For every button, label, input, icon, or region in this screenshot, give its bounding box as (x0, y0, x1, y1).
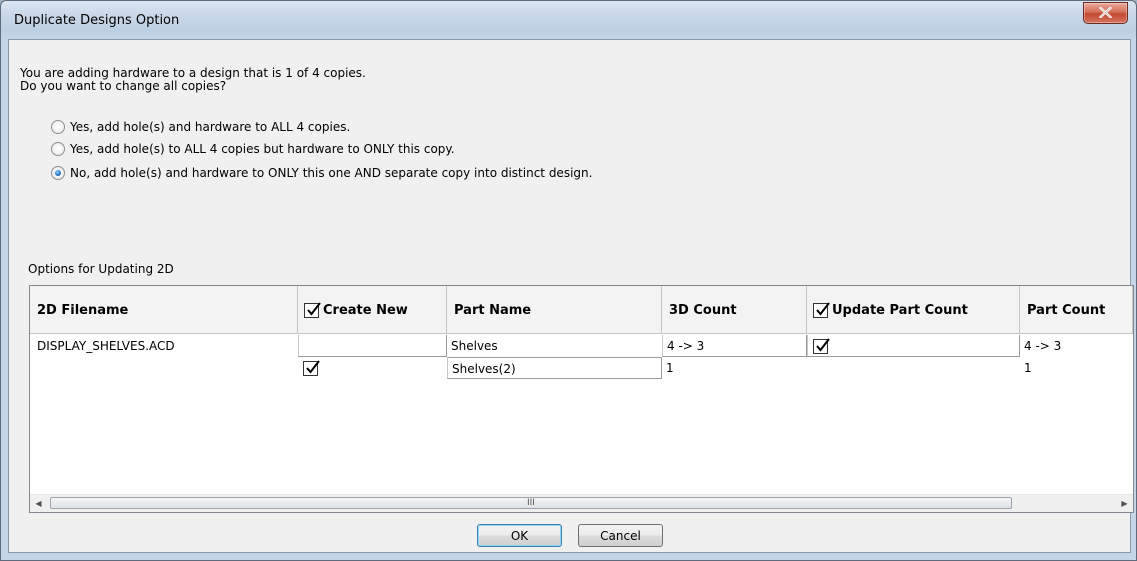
radio-button-selected[interactable] (51, 166, 65, 180)
ok-button[interactable]: OK (477, 524, 562, 547)
cell-part-count[interactable]: 4 -> 3 (1020, 335, 1133, 357)
close-button[interactable] (1083, 2, 1128, 24)
cell-update-part-count[interactable] (807, 357, 1020, 379)
grid-section-label: Options for Updating 2D (28, 262, 174, 276)
radio-label: Yes, add hole(s) and hardware to ALL 4 c… (70, 120, 351, 134)
cell-create-new[interactable] (298, 335, 447, 357)
radio-button[interactable] (51, 142, 65, 156)
cell-filename[interactable] (33, 357, 298, 379)
update-part-count-checkbox[interactable] (813, 338, 830, 354)
title-bar[interactable]: Duplicate Designs Option (1, 1, 1136, 39)
radio-button[interactable] (51, 120, 65, 134)
column-header-part-name[interactable]: Part Name (447, 286, 662, 334)
column-header-update-part-count[interactable]: Update Part Count (807, 286, 1020, 334)
radio-dot (55, 170, 61, 176)
radio-option-holes-all-hardware-one[interactable]: Yes, add hole(s) to ALL 4 copies but har… (51, 141, 455, 157)
create-new-all-checkbox[interactable] (304, 302, 321, 318)
checkmark-icon (816, 338, 830, 352)
checkmark-icon (307, 302, 321, 316)
radio-option-separate-copy[interactable]: No, add hole(s) and hardware to ONLY thi… (51, 165, 592, 181)
radio-label: Yes, add hole(s) to ALL 4 copies but har… (70, 142, 455, 156)
column-header-3d-count[interactable]: 3D Count (662, 286, 807, 334)
column-header-label: 3D Count (669, 303, 737, 318)
dialog-window: Duplicate Designs Option You are adding … (0, 0, 1137, 561)
dialog-client-area: You are adding hardware to a design that… (8, 39, 1134, 553)
column-header-create-new[interactable]: Create New (298, 286, 447, 334)
cell-filename[interactable]: DISPLAY_SHELVES.ACD (33, 335, 298, 357)
column-header-part-count[interactable]: Part Count (1020, 286, 1133, 334)
scroll-thumb[interactable]: III (50, 497, 1012, 509)
close-icon (1099, 7, 1112, 18)
cancel-button[interactable]: Cancel (578, 524, 663, 547)
checkmark-icon (816, 302, 830, 316)
checkmark-icon (306, 360, 320, 374)
horizontal-scrollbar[interactable]: ◀ III ▶ (30, 494, 1133, 512)
cell-update-part-count[interactable] (807, 335, 1020, 357)
update-2d-grid: 2D Filename Create New Part Name 3D Coun… (29, 285, 1134, 513)
cell-3d-count[interactable]: 1 (662, 357, 807, 379)
column-header-label: 2D Filename (37, 303, 129, 318)
window-title: Duplicate Designs Option (14, 13, 180, 28)
cell-part-name[interactable]: Shelves(2) (447, 357, 662, 379)
scroll-right-icon[interactable]: ▶ (1116, 495, 1133, 512)
radio-label: No, add hole(s) and hardware to ONLY thi… (70, 166, 593, 180)
column-header-label: Part Count (1027, 303, 1106, 318)
column-header-2d-filename[interactable]: 2D Filename (30, 286, 298, 334)
radio-option-all-copies[interactable]: Yes, add hole(s) and hardware to ALL 4 c… (51, 119, 350, 135)
create-new-checkbox[interactable] (303, 360, 320, 376)
cell-part-count[interactable]: 1 (1020, 357, 1133, 379)
prompt-line-1: You are adding hardware to a design that… (20, 66, 366, 80)
column-header-label: Part Name (454, 303, 532, 318)
prompt-line-2: Do you want to change all copies? (20, 79, 227, 93)
scroll-grip-icon: III (527, 498, 535, 508)
cell-3d-count[interactable]: 4 -> 3 (662, 335, 807, 357)
column-header-label: Update Part Count (832, 303, 968, 318)
scroll-left-icon[interactable]: ◀ (30, 495, 47, 512)
cell-create-new[interactable] (298, 357, 447, 379)
column-header-label: Create New (323, 303, 408, 318)
update-part-count-all-checkbox[interactable] (813, 302, 830, 318)
cell-part-name[interactable]: Shelves (447, 335, 662, 357)
